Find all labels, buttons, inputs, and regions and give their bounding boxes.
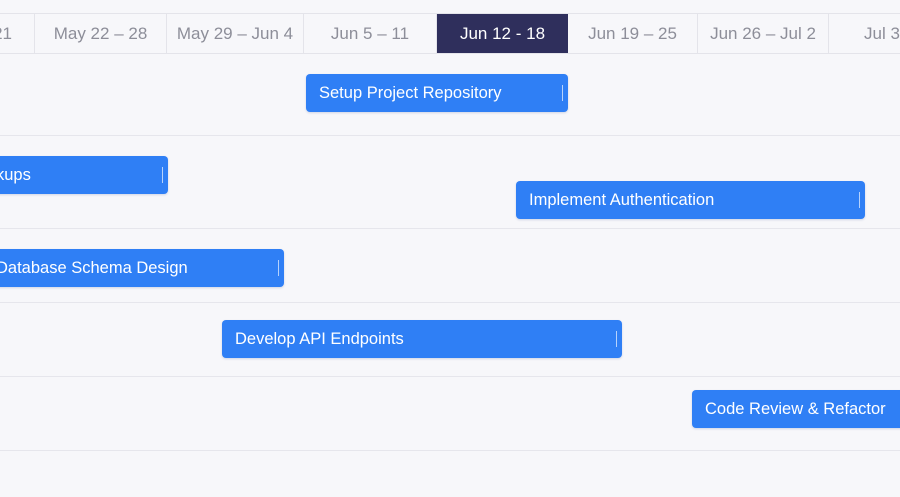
task-label: Code Review & Refactor [705,400,886,418]
week-column-header[interactable]: Jun 19 – 25 [568,14,698,53]
task-bar-setup-project-repository[interactable]: Setup Project Repository [306,74,568,112]
resize-handle[interactable] [616,331,617,347]
task-bar-database-schema-design[interactable]: Database Schema Design [0,249,284,287]
task-label: Develop API Endpoints [235,330,404,348]
resize-handle[interactable] [162,167,163,183]
task-bar-implement-authentication[interactable]: Implement Authentication [516,181,865,219]
current-week-header[interactable]: Jun 12 - 18 [437,14,568,53]
week-column-header[interactable]: Jun 26 – Jul 2 [698,14,829,53]
resize-handle[interactable] [562,85,563,101]
row-divider [0,228,900,229]
resize-handle[interactable] [278,260,279,276]
task-label: kups [0,166,31,184]
task-label: Database Schema Design [0,259,188,277]
row-divider [0,376,900,377]
week-header: 21 May 22 – 28 May 29 – Jun 4 Jun 5 – 11… [0,13,900,54]
week-column-header[interactable]: Jul 3 [829,14,900,53]
task-bar-develop-api-endpoints[interactable]: Develop API Endpoints [222,320,622,358]
task-label: Implement Authentication [529,191,715,209]
week-column-header[interactable]: Jun 5 – 11 [304,14,437,53]
resize-handle[interactable] [859,192,860,208]
row-divider [0,135,900,136]
week-column-header[interactable]: May 22 – 28 [35,14,167,53]
week-column-header[interactable]: 21 [0,14,35,53]
task-bar-code-review-refactor[interactable]: Code Review & Refactor [692,390,900,428]
row-divider [0,450,900,451]
row-divider [0,302,900,303]
task-label: Setup Project Repository [319,84,502,102]
gantt-timeline: 21 May 22 – 28 May 29 – Jun 4 Jun 5 – 11… [0,0,900,497]
week-column-header[interactable]: May 29 – Jun 4 [167,14,304,53]
task-bar-mockups[interactable]: kups [0,156,168,194]
